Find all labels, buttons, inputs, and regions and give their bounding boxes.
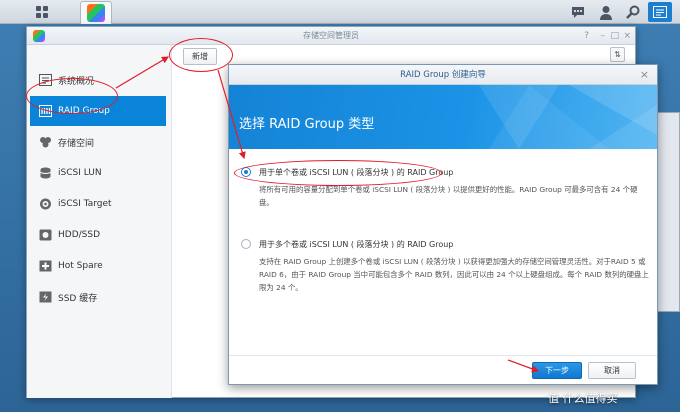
widgets-button[interactable] (648, 2, 672, 22)
sidebar-item-label: SSD 缓存 (58, 293, 98, 304)
volume-icon (40, 137, 51, 148)
option-description: 将所有可用的容量分配到单个卷或 iSCSI LUN ( 段落分块 ) 以提供更好… (259, 185, 638, 207)
sidebar-item-hot-spare[interactable]: Hot Spare (30, 251, 166, 281)
sidebar-item-iscsi-lun[interactable]: iSCSI LUN (30, 158, 166, 188)
notifications-button[interactable] (566, 2, 590, 22)
hotspare-icon (39, 260, 52, 272)
next-button[interactable]: 下一步 (532, 362, 582, 379)
storage-manager-logo-icon (87, 4, 105, 22)
chat-icon (572, 7, 584, 18)
sidebar-item-volume[interactable]: 存储空间 (30, 127, 166, 157)
search-button[interactable] (621, 2, 645, 22)
maximize-icon[interactable]: □ (610, 27, 619, 45)
close-icon[interactable]: × (640, 65, 649, 85)
option-label: 用于多个卷或 iSCSI LUN ( 段落分块 ) 的 RAID Group (259, 240, 454, 249)
wizard-title: RAID Group 创建向导 (400, 70, 486, 80)
sidebar-item-label: iSCSI LUN (58, 168, 102, 178)
sidebar-item-label: iSCSI Target (58, 199, 112, 209)
option-description: 支持在 RAID Group 上创建多个卷或 iSCSI LUN ( 段落分块 … (259, 257, 649, 292)
sidebar-item-iscsi-target[interactable]: iSCSI Target (30, 189, 166, 219)
target-icon (40, 198, 51, 210)
sidebar-item-label: Hot Spare (58, 261, 103, 271)
main-menu-button[interactable] (30, 2, 54, 22)
storage-manager-taskbar-tab[interactable] (80, 1, 112, 24)
wizard-titlebar: RAID Group 创建向导 × (229, 65, 657, 85)
minimize-icon[interactable]: – (601, 27, 606, 45)
search-icon (626, 5, 640, 19)
wizard-footer: 下一步 取消 (229, 355, 657, 385)
sidebar-item-label: HDD/SSD (58, 230, 101, 240)
annotation-circle-raid-group (26, 78, 118, 114)
watermark: 值 什么值得买 (548, 392, 618, 405)
disk-icon (39, 229, 52, 241)
option-multiple-volumes[interactable]: 用于多个卷或 iSCSI LUN ( 段落分块 ) 的 RAID Group 支… (241, 239, 651, 309)
user-icon (600, 5, 612, 20)
sort-icon[interactable]: ⇅ (610, 47, 625, 62)
ssd-cache-icon (39, 291, 52, 303)
help-icon[interactable]: ? (584, 27, 589, 45)
user-button[interactable] (594, 2, 618, 22)
sidebar-item-label: 存储空间 (58, 138, 95, 149)
app-logo-icon (33, 30, 45, 42)
window-titlebar: 存储空间管理员 ? – □ × (27, 27, 635, 45)
taskbar (0, 0, 680, 24)
widgets-icon (653, 6, 667, 18)
sidebar-item-hdd-ssd[interactable]: HDD/SSD (30, 220, 166, 250)
window-title: 存储空间管理员 (303, 31, 359, 40)
annotation-circle-create (169, 38, 233, 72)
grid-icon (36, 6, 48, 18)
sidebar-item-ssd-cache[interactable]: SSD 缓存 (30, 282, 166, 312)
annotation-circle-option (234, 160, 442, 186)
radio-multiple-volumes[interactable] (241, 239, 251, 249)
wizard-heading: 选择 RAID Group 类型 (239, 117, 375, 132)
raid-group-wizard: RAID Group 创建向导 × 选择 RAID Group 类型 用于单个卷… (228, 64, 658, 385)
cancel-button[interactable]: 取消 (588, 362, 636, 379)
lun-icon (40, 167, 51, 179)
close-icon[interactable]: × (623, 27, 631, 45)
wizard-banner: 选择 RAID Group 类型 (229, 85, 657, 149)
